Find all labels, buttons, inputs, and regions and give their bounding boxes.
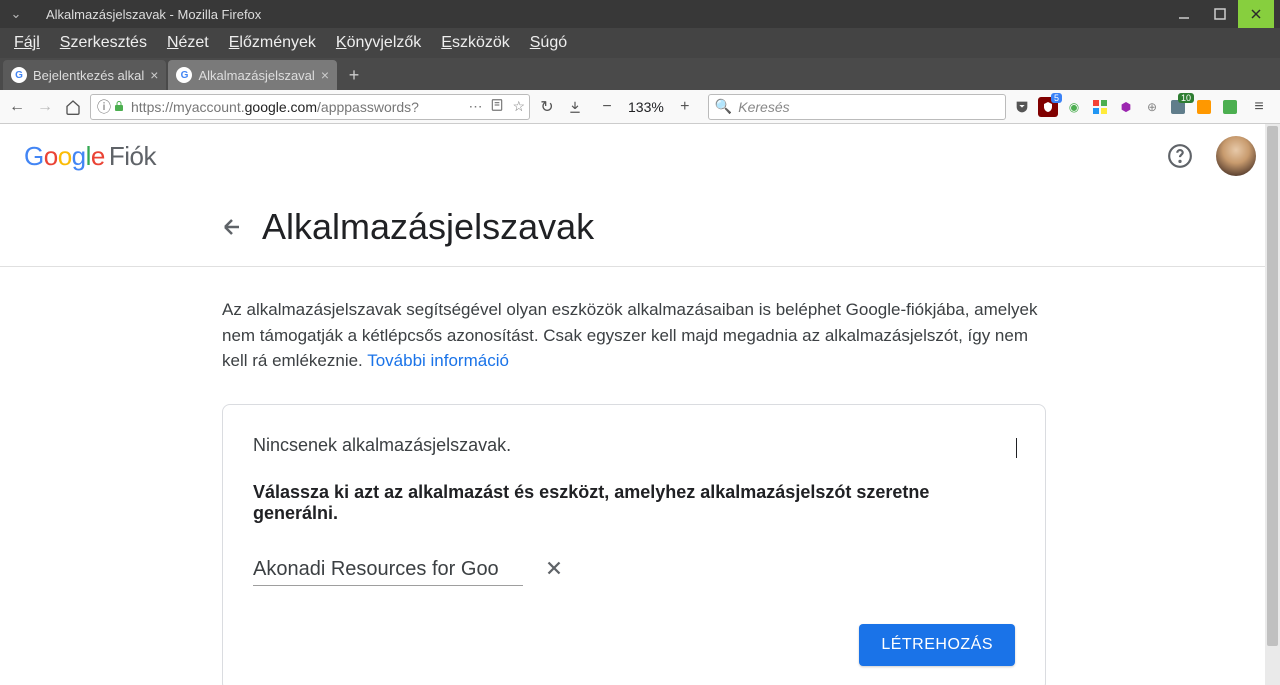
google-favicon: G — [11, 67, 27, 83]
close-button[interactable] — [1238, 0, 1274, 28]
page-back-button[interactable] — [220, 215, 244, 239]
divider — [0, 266, 1265, 267]
tab-label: Alkalmazásjelszaval — [198, 68, 314, 83]
reload-button[interactable]: ↻ — [534, 94, 560, 120]
select-prompt-text: Válassza ki azt az alkalmazást és eszköz… — [253, 482, 1015, 524]
scrollbar-thumb[interactable] — [1267, 126, 1278, 646]
page-description: Az alkalmazásjelszavak segítségével olya… — [222, 297, 1046, 374]
extension-icon-1[interactable]: ◉ — [1064, 97, 1084, 117]
no-passwords-text: Nincsenek alkalmazásjelszavak. — [253, 435, 1015, 456]
maximize-button[interactable] — [1202, 0, 1238, 28]
extension-icon-7[interactable] — [1220, 97, 1240, 117]
tab-login[interactable]: G Bejelentkezés alkal × — [3, 60, 166, 90]
minimize-button[interactable] — [1166, 0, 1202, 28]
hamburger-menu-icon[interactable]: ≡ — [1246, 94, 1272, 120]
tab-label: Bejelentkezés alkal — [33, 68, 144, 83]
url-text: https://myaccount.google.com/apppassword… — [131, 99, 468, 115]
page-content: GoogleFiók Alkalmazásjelszavak Az alkalm… — [0, 124, 1280, 685]
reader-mode-icon[interactable] — [490, 98, 504, 115]
zoom-controls: − 133% + — [594, 94, 698, 120]
extension-icon-2[interactable] — [1090, 97, 1110, 117]
tab-bar: G Bejelentkezés alkal × G Alkalmazásjels… — [0, 58, 1280, 90]
navigation-toolbar: ← → ⓘ https://myaccount.google.com/apppa… — [0, 90, 1280, 124]
extension-icon-5[interactable]: 10 — [1168, 97, 1188, 117]
tab-close-icon[interactable]: × — [150, 67, 158, 83]
extension-icons: ◉ ⬢ ⊕ 10 ≡ — [1012, 94, 1276, 120]
os-titlebar: ⌄ Alkalmazásjelszavak - Mozilla Firefox — [0, 0, 1280, 28]
clear-input-icon[interactable] — [543, 557, 565, 582]
ublock-icon[interactable] — [1038, 97, 1058, 117]
url-bar[interactable]: ⓘ https://myaccount.google.com/apppasswo… — [90, 94, 530, 120]
forward-button[interactable]: → — [32, 94, 58, 120]
account-avatar[interactable] — [1216, 136, 1256, 176]
back-button[interactable]: ← — [4, 94, 30, 120]
page-title: Alkalmazásjelszavak — [262, 206, 594, 248]
page-actions-icon[interactable]: ⋯ — [468, 98, 482, 115]
generate-button[interactable]: LÉTREHOZÁS — [859, 624, 1015, 666]
menu-bar: Fájl Szerkesztés Nézet Előzmények Könyvj… — [0, 28, 1280, 58]
google-favicon: G — [176, 67, 192, 83]
bookmark-star-icon[interactable]: ☆ — [512, 98, 525, 115]
menu-help[interactable]: Súgó — [520, 31, 577, 55]
google-header: GoogleFiók — [0, 124, 1280, 188]
lock-icon — [113, 99, 127, 115]
zoom-out-button[interactable]: − — [594, 94, 620, 120]
pocket-icon[interactable] — [1012, 97, 1032, 117]
google-account-logo[interactable]: GoogleFiók — [24, 141, 156, 172]
search-icon: 🔍 — [715, 98, 732, 115]
site-info-icon[interactable]: ⓘ — [95, 97, 113, 117]
more-info-link[interactable]: További információ — [367, 351, 509, 370]
home-button[interactable] — [60, 94, 86, 120]
extension-icon-6[interactable] — [1194, 97, 1214, 117]
new-tab-button[interactable]: + — [339, 60, 369, 90]
extension-icon-3[interactable]: ⬢ — [1116, 97, 1136, 117]
window-title: Alkalmazásjelszavak - Mozilla Firefox — [46, 7, 1166, 22]
app-name-input[interactable] — [253, 554, 523, 586]
search-input[interactable]: 🔍 Keresés — [708, 94, 1006, 120]
menu-tools[interactable]: Eszközök — [431, 31, 519, 55]
downloads-button[interactable] — [562, 94, 588, 120]
zoom-in-button[interactable]: + — [672, 94, 698, 120]
page-title-row: Alkalmazásjelszavak — [0, 188, 1280, 266]
extension-icon-4[interactable]: ⊕ — [1142, 97, 1162, 117]
menu-history[interactable]: Előzmények — [219, 31, 326, 55]
app-passwords-card: Nincsenek alkalmazásjelszavak. Válassza … — [222, 404, 1046, 685]
tab-close-icon[interactable]: × — [321, 67, 329, 83]
scrollbar[interactable] — [1265, 124, 1280, 685]
menu-view[interactable]: Nézet — [157, 31, 219, 55]
zoom-level: 133% — [624, 99, 668, 115]
help-button[interactable] — [1160, 136, 1200, 176]
tab-app-passwords[interactable]: G Alkalmazásjelszaval × — [168, 60, 337, 90]
app-menu-dropdown[interactable]: ⌄ — [6, 6, 26, 22]
menu-file[interactable]: Fájl — [4, 31, 50, 55]
menu-bookmarks[interactable]: Könyvjelzők — [326, 31, 431, 55]
menu-edit[interactable]: Szerkesztés — [50, 31, 157, 55]
search-placeholder: Keresés — [738, 99, 789, 115]
